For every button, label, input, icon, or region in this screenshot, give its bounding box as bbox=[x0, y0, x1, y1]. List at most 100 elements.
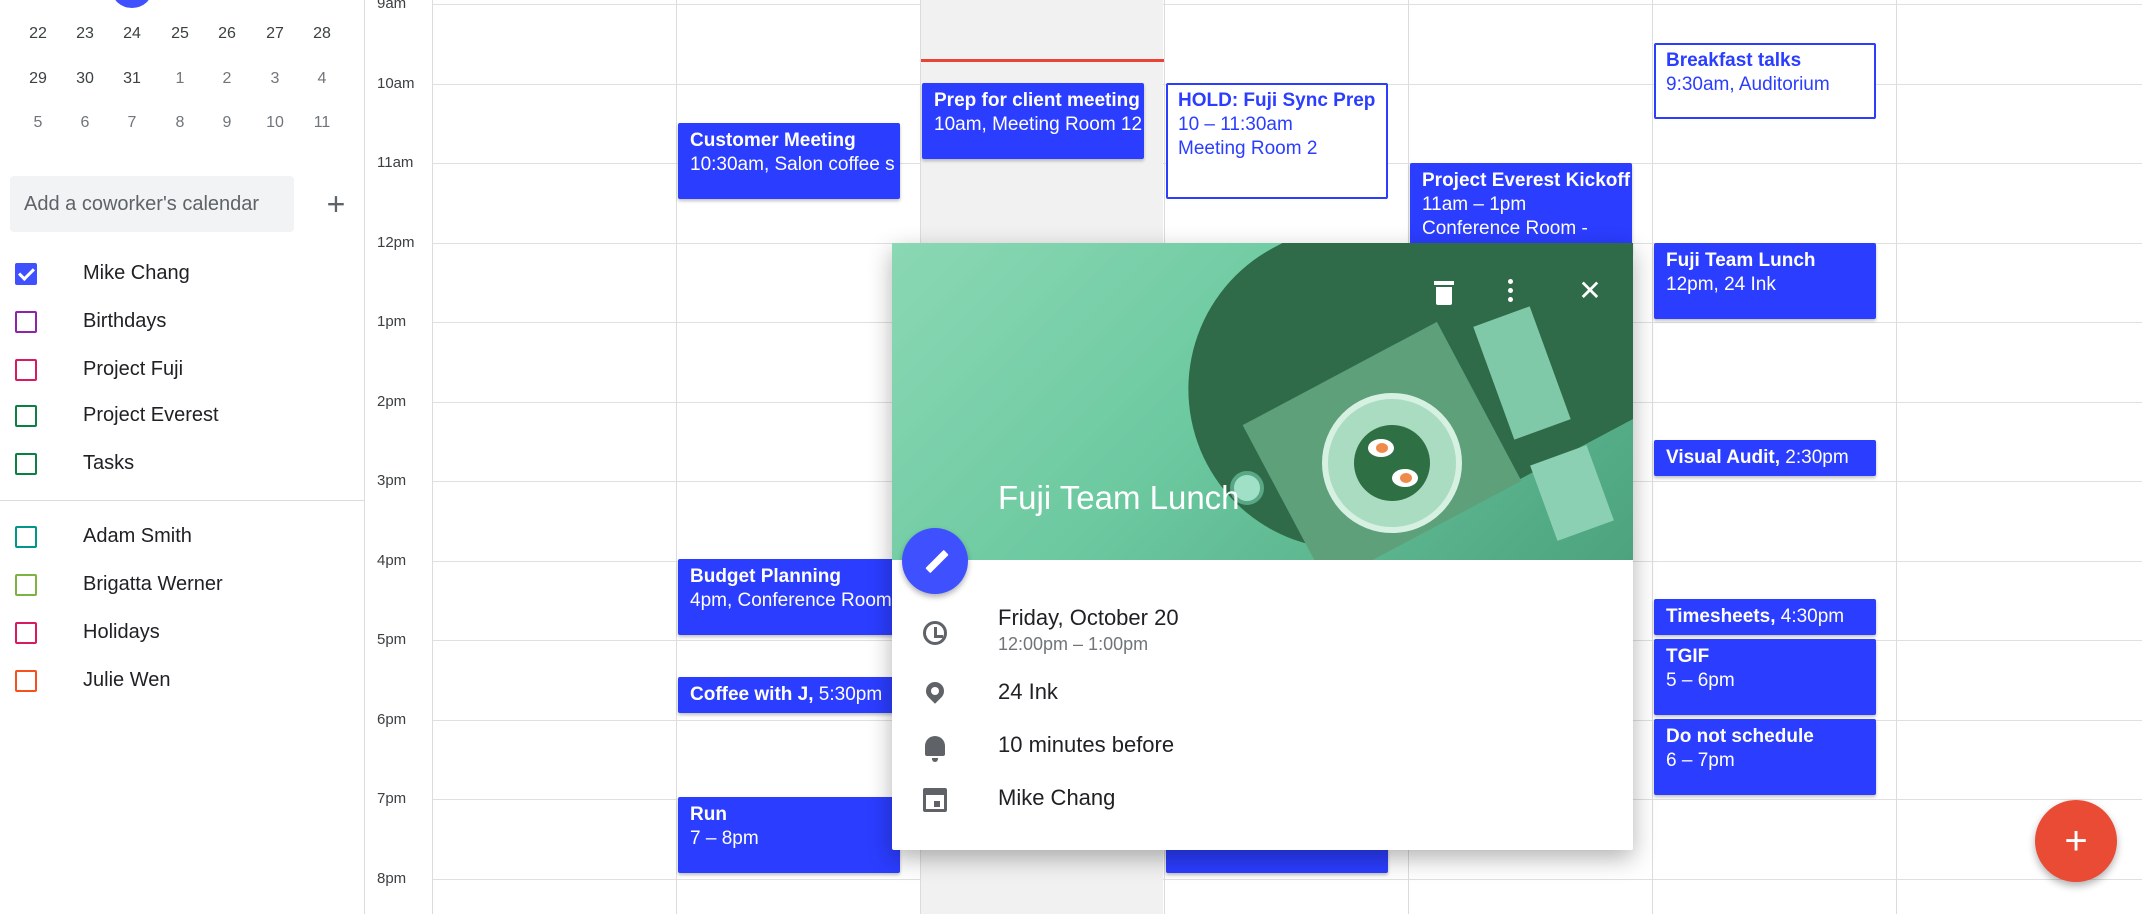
mini-calendar-day[interactable]: 22 bbox=[14, 19, 62, 49]
event-time: 11am – 1pm bbox=[1422, 194, 1527, 215]
event-customer-meeting[interactable]: Customer Meeting 10:30am, Salon coffee s bbox=[678, 123, 900, 199]
event-title: Do not schedule bbox=[1666, 726, 1814, 747]
hero-egg bbox=[1368, 439, 1394, 457]
dots-glyph bbox=[1508, 279, 1513, 284]
mini-calendar-day[interactable]: 30 bbox=[61, 64, 109, 94]
event-detail: 10:30am, Salon coffee s bbox=[690, 154, 895, 175]
mini-calendar-day[interactable]: 3 bbox=[251, 64, 299, 94]
mini-calendar-day[interactable]: 8 bbox=[156, 108, 204, 138]
mini-calendar-day[interactable]: 11 bbox=[298, 108, 346, 138]
calendar-checkbox[interactable] bbox=[15, 622, 37, 644]
mini-calendar-day[interactable]: 24 bbox=[108, 19, 156, 49]
mini-calendar-week: 5 6 7 8 9 10 11 bbox=[0, 108, 365, 138]
pin-glyph bbox=[922, 678, 948, 704]
calendar-checkbox[interactable] bbox=[15, 453, 37, 475]
mini-calendar-day[interactable]: 5 bbox=[14, 108, 62, 138]
calendar-item[interactable]: Holidays bbox=[0, 612, 365, 652]
bell-icon bbox=[920, 733, 950, 763]
event-project-everest-kickoff[interactable]: Project Everest Kickoff 11am – 1pm Confe… bbox=[1410, 163, 1632, 253]
close-icon[interactable]: ✕ bbox=[1570, 271, 1610, 311]
time-label: 8pm bbox=[377, 869, 407, 887]
mini-calendar-day[interactable]: 29 bbox=[14, 64, 62, 94]
time-label: 7pm bbox=[377, 790, 407, 807]
event-detail: 4pm, Conference Room bbox=[690, 590, 892, 611]
mini-calendar-day[interactable]: 10 bbox=[251, 108, 299, 138]
event-detail: 7 – 8pm bbox=[690, 828, 759, 849]
calendar-item[interactable]: Adam Smith bbox=[0, 516, 365, 556]
calendar-item[interactable]: Mike Chang bbox=[0, 253, 365, 293]
event-coffee-with-j[interactable]: Coffee with J, 5:30pm bbox=[678, 677, 900, 713]
create-event-button[interactable]: + bbox=[2035, 800, 2117, 882]
calendar-checkbox[interactable] bbox=[15, 311, 37, 333]
mini-calendar-day[interactable]: 1 bbox=[156, 64, 204, 94]
calendar-label: Brigatta Werner bbox=[83, 573, 223, 595]
sidebar: 22 23 24 25 26 27 28 29 30 31 1 2 3 4 5 6 7 8 9 10 11 Add a … bbox=[0, 0, 365, 914]
mini-calendar-day[interactable]: 7 bbox=[108, 108, 156, 138]
hour-gridline bbox=[432, 4, 2142, 5]
hero-yolk bbox=[1400, 473, 1412, 483]
calendar-checkbox[interactable] bbox=[15, 526, 37, 548]
event-detail: 6 – 7pm bbox=[1666, 750, 1735, 771]
delete-icon[interactable] bbox=[1424, 271, 1464, 311]
event-details-popup: ✕ Fuji Team Lunch Friday, October 20 12:… bbox=[892, 243, 1633, 850]
event-fuji-team-lunch[interactable]: Fuji Team Lunch 12pm, 24 Ink bbox=[1654, 243, 1876, 319]
mini-calendar-day[interactable]: 4 bbox=[298, 64, 346, 94]
time-label: 11am bbox=[377, 154, 414, 171]
calendar-checkbox[interactable] bbox=[15, 405, 37, 427]
calendar-item[interactable]: Julie Wen bbox=[0, 660, 365, 700]
calendar-icon bbox=[920, 785, 950, 815]
mini-calendar-day[interactable]: 2 bbox=[203, 64, 251, 94]
mini-calendar-day[interactable]: 23 bbox=[61, 19, 109, 49]
mini-calendar-day[interactable]: 26 bbox=[203, 19, 251, 49]
mini-calendar-day[interactable]: 6 bbox=[61, 108, 109, 138]
calendar-item[interactable]: Birthdays bbox=[0, 301, 365, 341]
time-label: 6pm bbox=[377, 710, 407, 728]
event-prep-client-meeting[interactable]: Prep for client meeting 10am, Meeting Ro… bbox=[922, 83, 1144, 159]
calendar-item[interactable]: Tasks bbox=[0, 443, 365, 483]
add-calendar-icon[interactable]: + bbox=[318, 184, 354, 224]
calendar-checkbox[interactable] bbox=[15, 574, 37, 596]
event-do-not-schedule[interactable]: Do not schedule 6 – 7pm bbox=[1654, 719, 1876, 795]
time-label: 2pm bbox=[377, 392, 407, 410]
event-title: Budget Planning bbox=[690, 566, 841, 587]
current-time-indicator bbox=[921, 59, 1164, 62]
calendar-checkbox[interactable] bbox=[15, 670, 37, 692]
calendar-checkbox[interactable] bbox=[15, 263, 37, 285]
event-breakfast-talks[interactable]: Breakfast talks 9:30am, Auditorium bbox=[1654, 43, 1876, 119]
calendar-item[interactable]: Project Fuji bbox=[0, 349, 365, 389]
mini-calendar-week: 29 30 31 1 2 3 4 bbox=[0, 64, 365, 94]
event-detail: 2:30pm bbox=[1780, 447, 1849, 468]
mini-calendar-day[interactable]: 28 bbox=[298, 19, 346, 49]
calendar-item[interactable]: Brigatta Werner bbox=[0, 564, 365, 604]
calendar-checkbox[interactable] bbox=[15, 359, 37, 381]
event-budget-planning[interactable]: Budget Planning 4pm, Conference Room bbox=[678, 559, 900, 635]
mini-calendar-day[interactable]: 25 bbox=[156, 19, 204, 49]
mini-calendar-day[interactable]: 31 bbox=[108, 64, 156, 94]
event-hold-fuji-sync[interactable]: HOLD: Fuji Sync Prep 10 – 11:30am Meetin… bbox=[1166, 83, 1388, 199]
edit-event-button[interactable] bbox=[902, 528, 968, 594]
column-divider bbox=[432, 0, 433, 914]
event-run[interactable]: Run 7 – 8pm bbox=[678, 797, 900, 873]
calendar-label: Project Everest bbox=[83, 404, 219, 426]
calendar-label: Mike Chang bbox=[83, 262, 190, 284]
calendar-item[interactable]: Project Everest bbox=[0, 395, 365, 435]
mini-calendar-day[interactable]: 9 bbox=[203, 108, 251, 138]
calendar-label: Julie Wen bbox=[83, 669, 171, 691]
event-detail: 10am, Meeting Room 12 bbox=[934, 114, 1143, 135]
location-pin-icon bbox=[920, 678, 950, 710]
mini-calendar-selected-date[interactable] bbox=[112, 0, 152, 8]
calendar-label: Adam Smith bbox=[83, 525, 192, 547]
event-timesheets[interactable]: Timesheets, 4:30pm bbox=[1654, 599, 1876, 635]
event-tgif[interactable]: TGIF 5 – 6pm bbox=[1654, 639, 1876, 715]
add-coworker-input[interactable]: Add a coworker's calendar bbox=[10, 176, 294, 232]
more-options-icon[interactable] bbox=[1490, 271, 1530, 311]
hero-plate bbox=[1322, 393, 1462, 533]
mini-calendar-day[interactable]: 27 bbox=[251, 19, 299, 49]
trash-glyph bbox=[1434, 281, 1454, 305]
event-time-range: 12:00pm – 1:00pm bbox=[998, 634, 1149, 654]
event-title: Prep for client meeting bbox=[934, 90, 1140, 111]
event-title: Customer Meeting bbox=[690, 130, 856, 151]
event-time: 10 – 11:30am bbox=[1178, 114, 1293, 135]
event-detail: 4:30pm bbox=[1775, 606, 1845, 627]
event-visual-audit[interactable]: Visual Audit, 2:30pm bbox=[1654, 440, 1876, 476]
